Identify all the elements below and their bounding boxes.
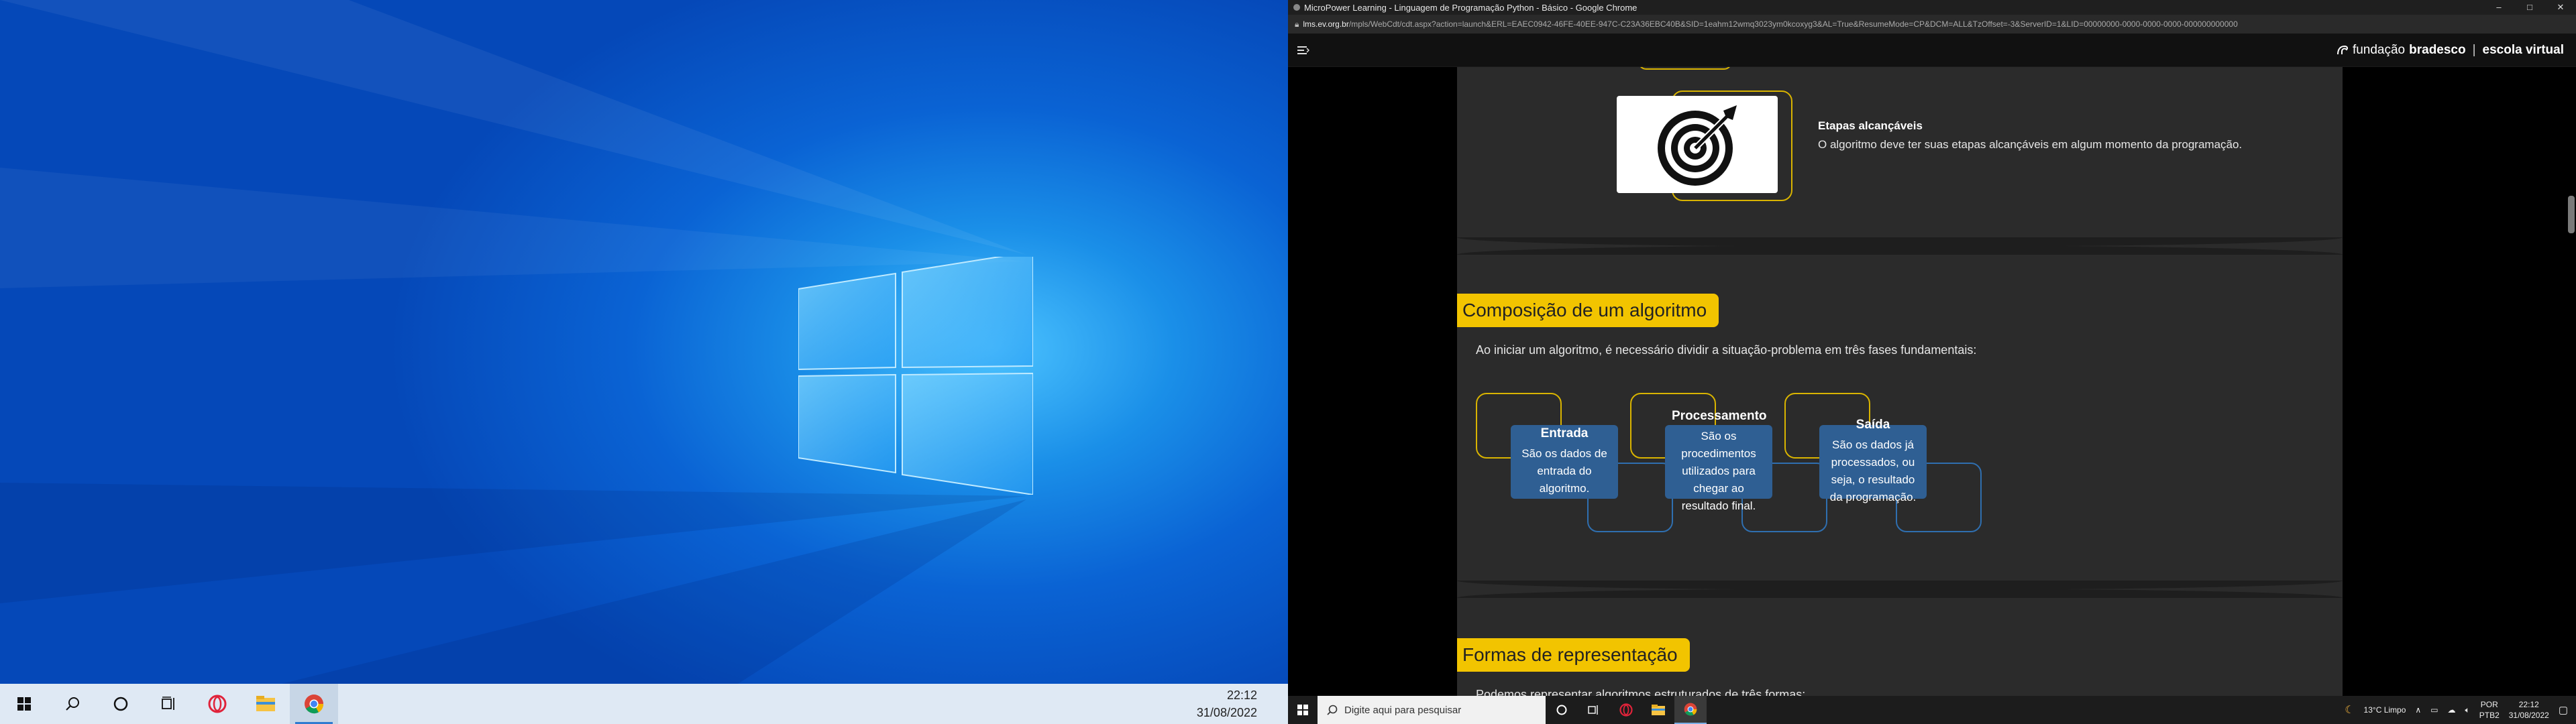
taskbar-left: 22:12 31/08/2022 bbox=[0, 684, 1288, 724]
url-domain: lms.ev.org.br bbox=[1303, 19, 1349, 29]
windows-start-icon bbox=[1297, 705, 1308, 715]
cortana-icon bbox=[1556, 705, 1567, 715]
system-clock-right[interactable]: 22:12 31/08/2022 bbox=[2509, 699, 2549, 721]
section-heading-representation: Formas de representação bbox=[1457, 638, 1690, 672]
clock-time: 22:12 bbox=[2518, 700, 2539, 709]
task-view-button[interactable] bbox=[145, 684, 193, 724]
window-title: MicroPower Learning - Linguagem de Progr… bbox=[1304, 2, 1638, 13]
menu-toggle-icon[interactable] bbox=[1297, 46, 1309, 55]
phase-description: São os procedimentos utilizados para che… bbox=[1681, 430, 1756, 512]
browser-title-bar: MicroPower Learning - Linguagem de Progr… bbox=[1288, 0, 2576, 15]
start-button[interactable] bbox=[1288, 696, 1318, 724]
site-favicon-icon bbox=[1293, 4, 1300, 11]
chrome-taskbar-button[interactable] bbox=[1674, 696, 1707, 724]
section-divider bbox=[1457, 245, 2343, 255]
goal-description: O algoritmo deve ter suas etapas alcançá… bbox=[1818, 138, 2243, 151]
section-divider bbox=[1457, 589, 2343, 598]
goal-title: Etapas alcançáveis bbox=[1818, 119, 1923, 132]
close-button[interactable]: ✕ bbox=[2545, 0, 2576, 15]
network-icon[interactable]: ▭ bbox=[2430, 705, 2438, 715]
cortana-button[interactable] bbox=[1546, 696, 1578, 724]
cortana-button[interactable] bbox=[97, 684, 145, 724]
opera-icon bbox=[1619, 703, 1633, 717]
opera-taskbar-button[interactable] bbox=[1610, 696, 1642, 724]
chrome-icon bbox=[305, 695, 324, 714]
brand-separator: | bbox=[2472, 42, 2476, 57]
search-placeholder: Digite aqui para pesquisar bbox=[1344, 704, 1462, 716]
search-icon bbox=[1327, 705, 1338, 715]
composition-intro: Ao iniciar um algoritmo, é necessário di… bbox=[1476, 343, 1977, 357]
task-view-button[interactable] bbox=[1578, 696, 1610, 724]
phase-title: Saída bbox=[1856, 418, 1890, 432]
target-illustration bbox=[1617, 96, 1778, 193]
windows-start-icon bbox=[17, 697, 31, 711]
language-code: POR bbox=[2480, 700, 2498, 709]
url-path: /mpls/WebCdt/cdt.aspx?action=launch&ERL=… bbox=[1348, 19, 2238, 29]
phase-description: São os dados já processados, ou seja, o … bbox=[1829, 438, 1917, 503]
phase-card-entrada: Entrada São os dados de entrada do algor… bbox=[1511, 425, 1618, 499]
screen-right: MicroPower Learning - Linguagem de Progr… bbox=[1288, 0, 2576, 724]
phase-description: São os dados de entrada do algoritmo. bbox=[1521, 447, 1607, 495]
lesson-viewport: Etapas alcançáveis O algoritmo deve ter … bbox=[1288, 67, 2576, 696]
keyboard-layout: PTB2 bbox=[2479, 711, 2500, 720]
wallpaper-rays bbox=[0, 0, 1026, 684]
search-button[interactable] bbox=[48, 684, 97, 724]
brand-name-bold: bradesco bbox=[2409, 42, 2466, 57]
volume-icon[interactable]: 🔈︎ bbox=[2465, 705, 2470, 715]
taskbar-search-box[interactable]: Digite aqui para pesquisar bbox=[1318, 696, 1546, 724]
task-view-icon bbox=[1588, 705, 1598, 715]
language-indicator[interactable]: POR PTB2 bbox=[2479, 699, 2500, 721]
file-explorer-taskbar-button[interactable] bbox=[1642, 696, 1674, 724]
weather-text[interactable]: 13°C Limpo bbox=[2364, 705, 2406, 715]
chrome-taskbar-button[interactable] bbox=[290, 684, 338, 724]
section-heading-composition: Composição de um algoritmo bbox=[1457, 294, 1719, 327]
minimize-button[interactable]: – bbox=[2483, 0, 2514, 15]
maximize-button[interactable]: □ bbox=[2514, 0, 2545, 15]
moon-weather-icon: ☾ bbox=[2345, 705, 2355, 716]
folder-icon bbox=[256, 696, 275, 711]
target-icon bbox=[1658, 105, 1737, 186]
taskbar-right: Digite aqui para pesquisar ☾ 13°C Limpo … bbox=[1288, 696, 2576, 724]
file-explorer-taskbar-button[interactable] bbox=[241, 684, 290, 724]
search-icon bbox=[66, 697, 79, 711]
folder-icon bbox=[1652, 705, 1665, 715]
chrome-icon bbox=[1684, 703, 1697, 716]
representation-intro: Podemos representar algoritmos estrutura… bbox=[1476, 688, 1806, 696]
desktop-left: 22:12 31/08/2022 bbox=[0, 0, 1288, 724]
onedrive-icon[interactable]: ☁ bbox=[2448, 705, 2456, 715]
opera-taskbar-button[interactable] bbox=[193, 684, 241, 724]
notifications-icon[interactable]: ▢ bbox=[2559, 704, 2568, 716]
lock-icon: 🔒︎ bbox=[1295, 19, 1299, 29]
brand-name-regular: fundação bbox=[2352, 42, 2406, 57]
chevron-up-icon[interactable]: ∧ bbox=[2415, 705, 2421, 715]
phase-title: Processamento bbox=[1672, 409, 1767, 423]
brand-logo: fundação bradesco | escola virtual bbox=[2337, 43, 2564, 58]
goal-text-block: Etapas alcançáveis O algoritmo deve ter … bbox=[1818, 119, 2288, 152]
phase-card-processamento: Processamento São os procedimentos utili… bbox=[1665, 409, 1772, 512]
start-button[interactable] bbox=[0, 684, 48, 724]
clock-date: 31/08/2022 bbox=[1196, 706, 1257, 719]
phase-title: Entrada bbox=[1540, 426, 1589, 440]
opera-icon bbox=[208, 695, 227, 713]
task-view-icon bbox=[162, 697, 174, 710]
decor-outline bbox=[1638, 67, 1732, 70]
clock-time: 22:12 bbox=[1226, 688, 1257, 702]
cortana-icon bbox=[113, 697, 128, 711]
clock-date: 31/08/2022 bbox=[2508, 711, 2549, 720]
address-bar[interactable]: 🔒︎ lms.ev.org.br /mpls/WebCdt/cdt.aspx?a… bbox=[1288, 15, 2576, 34]
phase-card-saida: Saída São os dados já processados, ou se… bbox=[1819, 418, 1927, 503]
course-header: fundação bradesco | escola virtual bbox=[1288, 34, 2576, 67]
windows-logo bbox=[798, 257, 1033, 495]
system-tray: ☾ 13°C Limpo ∧ ▭ ☁ 🔈︎ POR PTB2 22:12 31/… bbox=[2345, 696, 2576, 724]
page-scrollbar[interactable] bbox=[2568, 196, 2575, 233]
system-clock-left[interactable]: 22:12 31/08/2022 bbox=[1197, 684, 1257, 724]
brand-product: escola virtual bbox=[2482, 42, 2564, 57]
lesson-content: Etapas alcançáveis O algoritmo deve ter … bbox=[1457, 67, 2343, 696]
brand-tree-icon bbox=[2337, 45, 2348, 54]
